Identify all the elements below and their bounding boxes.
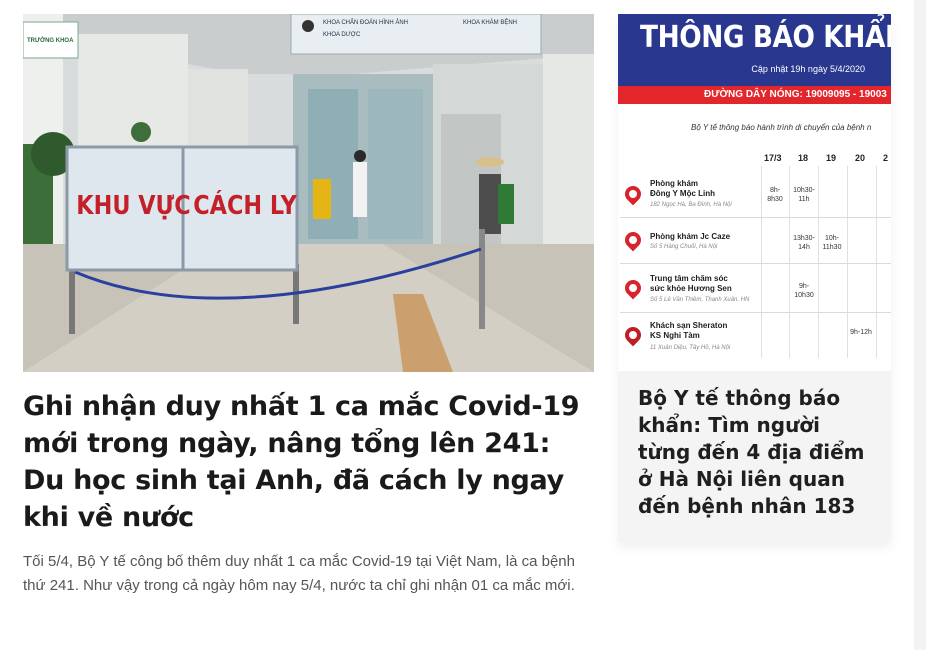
place-name: Phòng khám Đông Y Mộc Linh [650,179,716,198]
isolation-sign-word-1: KHU VỰC [76,189,190,220]
door-sign-text: TRƯỞNG KHOA [27,37,74,44]
place-address: 11 Xuân Diệu, Tây Hồ, Hà Nội [650,345,731,351]
map-pin-icon [621,276,645,300]
place-address: Số 5 Lê Văn Thiêm, Thanh Xuân, HN [650,297,750,303]
map-pin-icon [621,228,645,252]
time-cell: 10h30- 11h [793,187,815,203]
time-cell: 13h30- 14h [793,235,815,251]
row-divider [620,263,891,264]
time-cell: 8h- 8h30 [767,187,783,203]
notice-header: THÔNG BÁO KHẨN Cập nhật 19h ngày 5/4/202… [618,14,891,86]
date-header: 18 [798,153,809,163]
notice-hotline: ĐƯỜNG DÂY NÓNG: 19009095 - 19003 [618,86,891,104]
side-story-image[interactable]: THÔNG BÁO KHẨN Cập nhật 19h ngày 5/4/202… [618,14,891,371]
place-address: Số 5 Hàng Chuối, Hà Nội [650,244,718,250]
main-story-summary: Tối 5/4, Bộ Y tế công bố thêm duy nhất 1… [23,553,575,594]
place-name: Trung tâm chăm sóc sức khỏe Hương Sen [650,274,732,293]
time-cell: 9h- 10h30 [794,283,814,299]
row-divider [620,217,891,218]
hotel-icon [621,323,645,347]
overhead-sign-text-1: KHOA CHẨN ĐOÁN HÌNH ẢNH [323,19,408,26]
row-divider [620,312,891,313]
date-header: 19 [826,153,837,163]
notice-title: THÔNG BÁO KHẨN [640,20,891,55]
notice-intro: Bộ Y tế thông báo hành trình di chuyển c… [691,123,872,132]
place-name: Khách sạn Sheraton KS Nghi Tàm [650,321,728,340]
time-cell: 9h-12h [850,329,872,336]
isolation-sign-word-2: CÁCH LY [193,189,297,220]
date-header: 20 [855,153,866,163]
main-story-card[interactable]: KHOA CHẨN ĐOÁN HÌNH ẢNH KHOA DƯỢC KHOA K… [23,14,595,598]
main-story-headline[interactable]: Ghi nhận duy nhất 1 ca mắc Covid-19 mới … [23,388,595,536]
map-pin-icon [621,182,645,206]
main-story-image[interactable]: KHOA CHẨN ĐOÁN HÌNH ẢNH KHOA DƯỢC KHOA K… [23,14,594,372]
place-name: Phòng khám Jc Caze [650,232,731,241]
notice-updated: Cập nhật 19h ngày 5/4/2020 [751,64,865,74]
date-header: 17/3 [764,153,782,163]
overhead-sign-text-2: KHOA KHÁM BỆNH [463,18,517,26]
overhead-sign-text-3: KHOA DƯỢC [323,32,361,38]
place-address: 182 Ngọc Hà, Ba Đình, Hà Nội [650,202,732,208]
time-cell: 10h- 11h30 [822,235,842,251]
date-header: 2 [883,153,889,163]
side-story-card[interactable]: THÔNG BÁO KHẨN Cập nhật 19h ngày 5/4/202… [618,14,891,542]
grid-divider [818,166,819,358]
side-story-headline[interactable]: Bộ Y tế thông báo khẩn: Tìm người từng đ… [638,385,873,520]
page-right-gutter [914,0,926,650]
